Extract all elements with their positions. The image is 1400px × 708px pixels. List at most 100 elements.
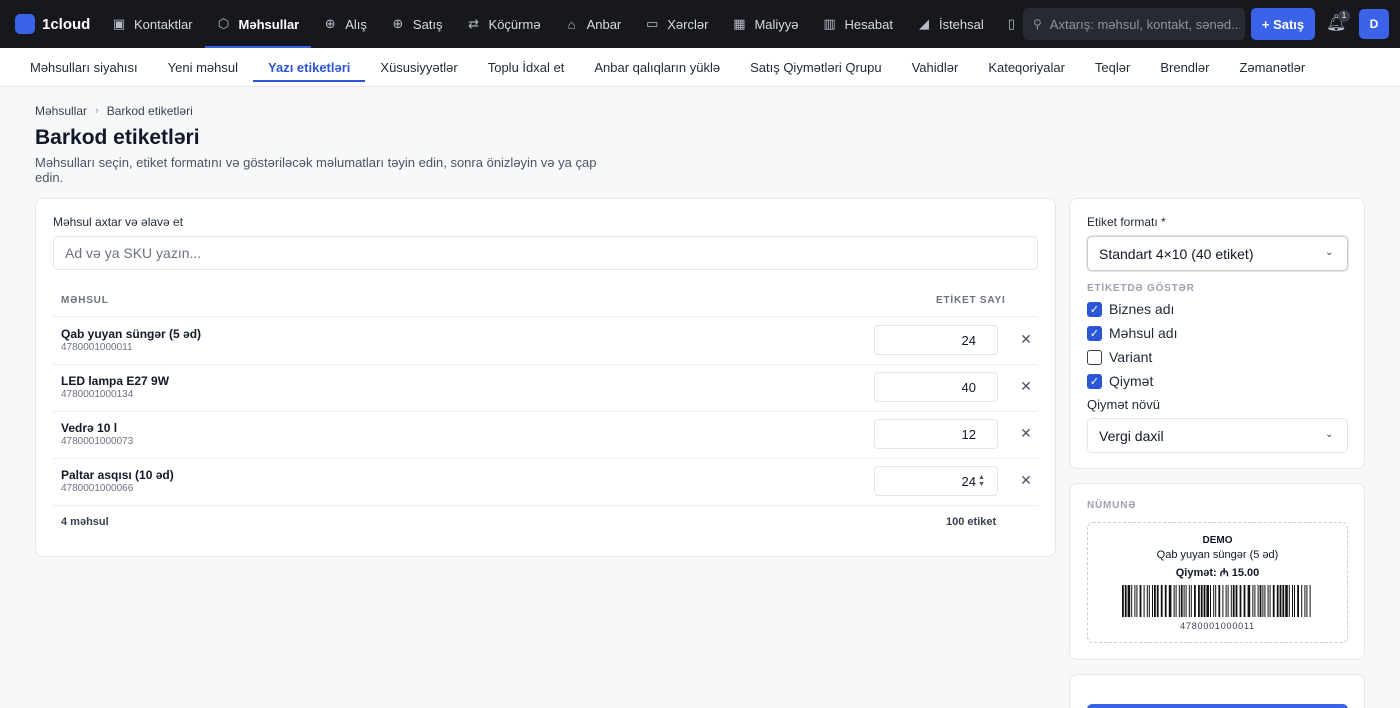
nav-item-1[interactable]: ⬡ Məhsullar	[204, 0, 312, 48]
column-header-product: MƏHSUL	[61, 295, 109, 306]
actions-card	[1069, 674, 1365, 708]
user-avatar[interactable]: D	[1359, 9, 1389, 39]
products-card: Məhsul axtar və əlavə et MƏHSUL ETİKET S…	[35, 198, 1056, 557]
barcode-bar	[1200, 585, 1203, 617]
checkbox-label: Variant	[1109, 349, 1153, 365]
nav-item-label: Kontaktlar	[134, 16, 193, 32]
barcode-bar	[1175, 585, 1177, 617]
subnav-item-2[interactable]: Yazı etiketləri	[253, 48, 366, 86]
product-name: LED lampa E27 9W	[61, 374, 170, 388]
nav-item-9[interactable]: ◢ İstehsal	[905, 0, 996, 48]
preview-price: Qiymət: ₼ 15.00	[1175, 567, 1260, 579]
breadcrumb: Məhsullar › Barkod etiketləri	[35, 104, 193, 118]
barcode-bar	[1262, 585, 1264, 617]
label-format-card: Etiket formatı * Standart 4×10 (40 etike…	[1069, 198, 1365, 469]
brand-name: 1cloud	[42, 15, 91, 33]
nav-item-label: Hesabat	[844, 16, 893, 32]
barcode-bar	[1301, 585, 1303, 617]
column-header-label-count: ETİKET SAYI	[936, 295, 1006, 306]
barcode-bar	[1148, 585, 1150, 617]
nav-item-0[interactable]: ▣ Kontaktlar	[100, 0, 205, 48]
product-search-input[interactable]	[53, 236, 1038, 270]
option-checkbox-row[interactable]: Variant	[1087, 348, 1152, 366]
barcode-bar	[1178, 585, 1180, 617]
nav-item-3[interactable]: ⊕ Satış	[379, 0, 455, 48]
box-icon: ⬡	[217, 16, 230, 31]
subnav-item-4[interactable]: Toplu İdxal et	[473, 48, 580, 86]
label-count-input[interactable]	[874, 372, 998, 402]
nav-item-label: Köçürmə	[488, 16, 541, 32]
subnav-item-10[interactable]: Brendlər	[1145, 48, 1224, 86]
subnav-item-11[interactable]: Zəmanətlər	[1224, 48, 1320, 86]
barcode-bar	[1257, 585, 1259, 617]
preview-company: DEMO	[1202, 535, 1233, 546]
label-count-input[interactable]	[874, 419, 998, 449]
sale-icon: ⊕	[392, 16, 404, 31]
checkbox[interactable]: ✓	[1087, 325, 1102, 341]
breadcrumb-item-products[interactable]: Məhsullar	[35, 104, 87, 118]
nav-item-4[interactable]: ⇄ Köçürmə	[455, 0, 553, 48]
barcode-bar	[1309, 585, 1311, 617]
nav-item-8[interactable]: ▥ Hesabat	[811, 0, 905, 48]
product-name: Vedrə 10 l	[61, 421, 118, 435]
remove-product-button[interactable]: ✕	[1018, 378, 1034, 396]
subnav-item-1[interactable]: Yeni məhsul	[153, 48, 253, 86]
checkbox[interactable]	[1087, 349, 1102, 365]
price-type-value: Vergi daxil	[1099, 427, 1164, 444]
table-row: LED lampa E27 9W4780001000134 ✕	[53, 364, 1038, 411]
remove-product-button[interactable]: ✕	[1018, 472, 1034, 490]
subnav-item-0[interactable]: Məhsulları siyahısı	[15, 48, 153, 86]
print-button[interactable]	[1087, 704, 1348, 708]
brand-logo-icon	[15, 14, 35, 34]
new-sale-button[interactable]: + Satış	[1251, 8, 1315, 40]
table-row: Paltar asqısı (10 əd)4780001000066 ▲▼ ✕	[53, 458, 1038, 505]
barcode-bar	[1127, 585, 1131, 617]
checkbox[interactable]: ✓	[1087, 373, 1102, 389]
remove-product-button[interactable]: ✕	[1018, 331, 1034, 349]
notification-badge: 1	[1338, 10, 1350, 22]
nav-item-2[interactable]: ⊕ Alış	[311, 0, 379, 48]
subnav-item-5[interactable]: Anbar qalıqların yüklə	[579, 48, 735, 86]
subnav-item-6[interactable]: Satış Qiymətləri Qrupu	[735, 48, 897, 86]
label-count-input[interactable]	[874, 325, 998, 355]
search-icon: ⚲	[1033, 17, 1042, 31]
price-type-select[interactable]: Vergi daxil ⌄	[1087, 418, 1348, 453]
nav-item-5[interactable]: ⌂ Anbar	[553, 0, 634, 48]
nav-item-6[interactable]: ▭ Xərclər	[633, 0, 720, 48]
brand[interactable]: 1cloud	[15, 14, 100, 34]
barcode-bar	[1294, 585, 1295, 617]
barcode-bar	[1252, 585, 1254, 617]
barcode-bar	[1282, 585, 1285, 617]
option-checkbox-row[interactable]: ✓ Qiymət	[1087, 372, 1153, 390]
barcode-bar	[1173, 585, 1175, 617]
barcode-bar	[1194, 585, 1196, 617]
warehouse-icon: ⌂	[567, 16, 576, 32]
barcode-bar	[1232, 585, 1235, 617]
barcode-bar	[1168, 585, 1172, 617]
breadcrumb-item-current: Barkod etiketləri	[106, 104, 193, 118]
nav-item-overflow[interactable]: ▯	[996, 0, 1016, 48]
subnav-item-9[interactable]: Teqlər	[1080, 48, 1145, 86]
barcode-bar	[1279, 585, 1282, 617]
global-search-input[interactable]	[1049, 16, 1240, 32]
barcode-bar	[1180, 585, 1183, 617]
subnav-item-8[interactable]: Kateqoriyalar	[973, 48, 1080, 86]
subnav-item-7[interactable]: Vahidlər	[897, 48, 974, 86]
global-search[interactable]: ⚲	[1023, 8, 1245, 40]
barcode-bar	[1210, 585, 1211, 617]
subnav-item-3[interactable]: Xüsusiyyətlər	[365, 48, 472, 86]
preview-caption: NÜMUNƏ	[1087, 500, 1137, 511]
nav-item-7[interactable]: ▦ Maliyyə	[720, 0, 810, 48]
show-on-label-caption: ETİKETDƏ GÖSTƏR	[1087, 283, 1195, 294]
checkbox-label: Qiymət	[1109, 373, 1154, 389]
barcode-bar	[1292, 585, 1293, 617]
format-select[interactable]: Standart 4×10 (40 etiket) ⌄	[1087, 236, 1348, 271]
barcode-bar	[1122, 585, 1124, 617]
option-checkbox-row[interactable]: ✓ Biznes adı	[1087, 300, 1174, 318]
remove-product-button[interactable]: ✕	[1018, 425, 1034, 443]
checkbox[interactable]: ✓	[1087, 301, 1102, 317]
chevron-right-icon: ›	[95, 105, 99, 117]
number-spinner-icon[interactable]: ▲ ▼	[978, 474, 985, 488]
nav-item-label: Xərclər	[667, 16, 709, 32]
option-checkbox-row[interactable]: ✓ Məhsul adı	[1087, 324, 1177, 342]
